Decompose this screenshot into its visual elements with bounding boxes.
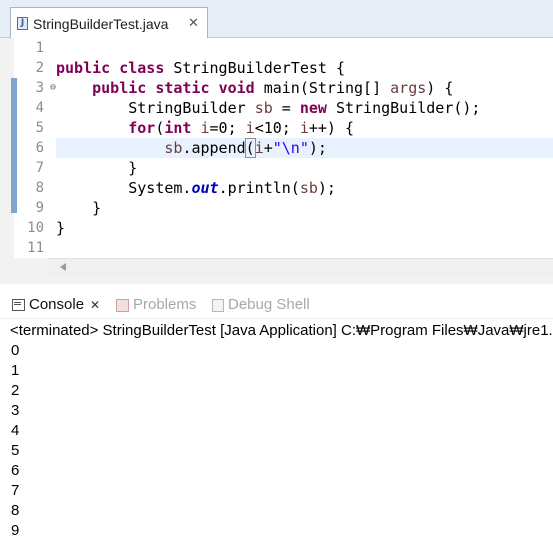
line-number: 9 — [35, 200, 44, 216]
tab-debug-shell[interactable]: Debug Shell — [212, 294, 310, 316]
line-number: 10 — [27, 220, 44, 236]
line-number-gutter: 1 2 3 ⊖ 4 5 6 7 8 9 10 11 — [18, 38, 56, 258]
editor-panel: J StringBuilderTest.java ✕ 1 2 3 ⊖ 4 5 6 … — [0, 0, 553, 284]
code-line-current: sb.append(i+"\n"); — [56, 138, 553, 158]
line-number: 5 — [35, 120, 44, 136]
console-output-line: 6 — [11, 462, 20, 479]
java-file-icon: J — [17, 17, 28, 30]
code-editor[interactable]: 1 2 3 ⊖ 4 5 6 7 8 9 10 11 public class St… — [8, 38, 553, 258]
console-output-line: 3 — [11, 402, 20, 419]
line-number: 2 — [35, 60, 44, 76]
console-output[interactable]: 0 1 2 3 4 5 6 7 8 9 — [11, 341, 551, 541]
console-tab-bar: Console ✕ Problems Debug Shell — [0, 288, 553, 318]
line-number: 7 — [35, 160, 44, 176]
tab-problems[interactable]: Problems — [116, 294, 196, 316]
line-number: 8 — [35, 180, 44, 196]
line-number: 4 — [35, 100, 44, 116]
line-number: 11 — [27, 240, 44, 256]
console-output-line: 1 — [11, 362, 20, 379]
debug-shell-icon — [212, 298, 224, 312]
line-number: 3 ⊖ — [35, 80, 56, 96]
code-line: for(int i=0; i<10; i++) { — [128, 119, 355, 137]
change-bar-marker — [11, 78, 17, 213]
code-line: public static void main(String[] args) { — [92, 79, 454, 97]
code-line: } — [56, 199, 102, 217]
line-number: 6 — [35, 140, 44, 156]
code-line: System.out.println(sb); — [56, 179, 336, 197]
editor-tab-label: StringBuilderTest.java — [33, 16, 169, 32]
code-line: StringBuilder sb = new StringBuilder(); — [56, 99, 481, 117]
tab-console-label: Console — [29, 296, 85, 313]
tab-debug-shell-label: Debug Shell — [228, 296, 310, 313]
console-output-line: 4 — [11, 422, 20, 439]
close-icon[interactable]: ✕ — [188, 15, 199, 31]
problems-icon — [116, 298, 129, 312]
horizontal-scrollbar[interactable] — [48, 258, 553, 275]
tab-console[interactable]: Console ✕ — [12, 294, 100, 316]
console-status-line: <terminated> StringBuilderTest [Java App… — [0, 318, 553, 342]
editor-tab-stringbuildertest[interactable]: J StringBuilderTest.java ✕ — [10, 7, 208, 38]
console-output-line: 7 — [11, 482, 20, 499]
console-output-line: 9 — [11, 522, 20, 539]
editor-tab-bar: J StringBuilderTest.java ✕ — [0, 0, 553, 38]
tab-problems-label: Problems — [133, 296, 197, 313]
console-output-line: 2 — [11, 382, 20, 399]
console-output-line: 5 — [11, 442, 20, 459]
console-output-line: 8 — [11, 502, 20, 519]
console-output-line: 0 — [11, 342, 20, 359]
console-icon — [12, 299, 25, 312]
code-lines[interactable]: public class StringBuilderTest { public … — [56, 38, 553, 258]
code-line: public class StringBuilderTest { — [56, 59, 345, 77]
code-line: } — [56, 159, 138, 177]
close-icon[interactable]: ✕ — [90, 298, 100, 312]
scroll-left-arrow-icon[interactable] — [60, 263, 66, 271]
code-line: } — [56, 219, 66, 237]
line-number: 1 — [35, 40, 44, 56]
